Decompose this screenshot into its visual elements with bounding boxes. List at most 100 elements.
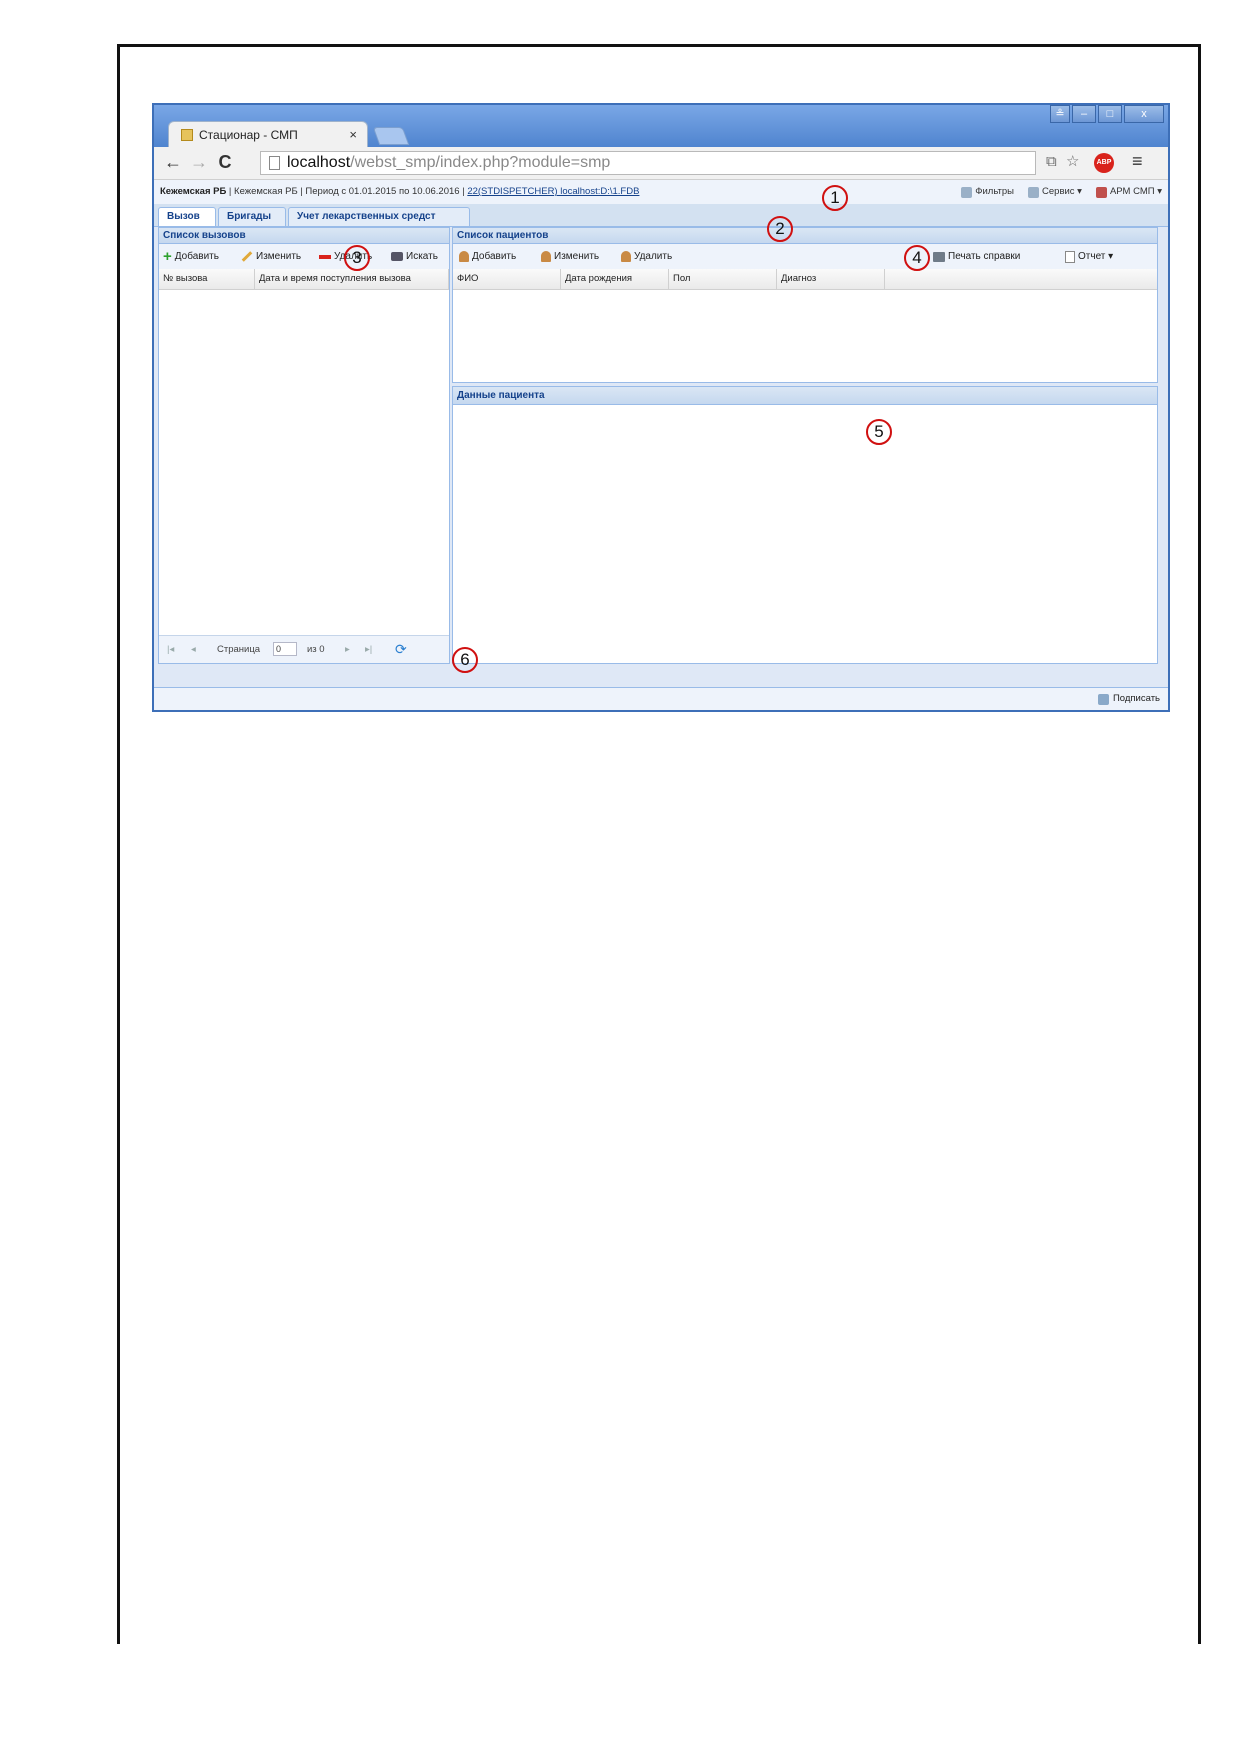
patients-delete-button[interactable]: Удалить	[621, 244, 672, 269]
last-page-icon[interactable]: ▸|	[365, 636, 372, 663]
delete-user-icon	[621, 251, 631, 262]
service-menu[interactable]: Сервис ▾	[1028, 180, 1082, 204]
address-bar[interactable]: localhost/webst_smp/index.php?module=smp	[260, 151, 1036, 175]
org-name: Кежемская РБ	[160, 186, 227, 197]
calls-add-label: Добавить	[174, 251, 219, 262]
db-link[interactable]: 22(STDISPETCHER) localhost:D:\1.FDB	[467, 186, 639, 197]
page-count: из 0	[307, 644, 325, 655]
print-certificate-button[interactable]: Печать справки	[933, 244, 1020, 269]
tab-calls[interactable]: Вызов	[158, 207, 216, 226]
header-menu: Фильтры Сервис ▾ АРМ СМП ▾	[961, 180, 1162, 204]
minus-icon	[319, 254, 331, 259]
statusbar: Подписать	[154, 687, 1168, 710]
filters-label: Фильтры	[975, 186, 1015, 197]
minimize-button[interactable]: –	[1072, 105, 1096, 123]
patient-data-title: Данные пациента	[453, 387, 1157, 405]
col-fio[interactable]: ФИО	[453, 269, 561, 289]
binoculars-icon	[391, 252, 403, 261]
app-area: Кежемская РБ | Кежемская РБ | Период с 0…	[154, 180, 1168, 710]
col-diagnosis[interactable]: Диагноз	[777, 269, 885, 289]
sign-label: Подписать	[1112, 693, 1160, 704]
tab-close-icon[interactable]: ×	[349, 127, 357, 142]
calls-search-button[interactable]: Искать	[391, 244, 438, 269]
url-path: /webst_smp/index.php?module=smp	[350, 154, 611, 171]
forward-arrow-icon[interactable]: →	[188, 151, 210, 173]
col-sex[interactable]: Пол	[669, 269, 777, 289]
prev-page-icon[interactable]: ◂	[191, 636, 196, 663]
tab-brigades[interactable]: Бригады	[218, 207, 286, 226]
reload-icon[interactable]: C	[214, 151, 236, 173]
marker-4: 4	[904, 245, 930, 271]
calls-edit-label: Изменить	[256, 251, 302, 262]
favicon-icon	[181, 128, 193, 141]
filters-button[interactable]: Фильтры	[961, 180, 1014, 204]
app-header: Кежемская РБ | Кежемская РБ | Период с 0…	[154, 180, 1168, 204]
ambulance-icon	[1095, 186, 1107, 198]
patient-data-panel: Данные пациента	[452, 386, 1158, 664]
patients-add-label: Добавить	[472, 251, 517, 262]
patients-grid-header: ФИО Дата рождения Пол Диагноз	[453, 269, 1157, 290]
first-page-icon[interactable]: |◂	[167, 636, 174, 663]
refresh-icon[interactable]: ⟳	[395, 636, 407, 663]
page-input[interactable]: 0	[273, 642, 297, 656]
browser-toolbar: ← → C localhost/webst_smp/index.php?modu…	[154, 147, 1168, 180]
browser-window: Стационар - СМП × ≗ – □ x ← → C localhos…	[152, 103, 1170, 712]
url-host: localhost	[287, 154, 351, 171]
calls-add-button[interactable]: + Добавить	[163, 244, 219, 269]
close-window-button[interactable]: x	[1124, 105, 1164, 123]
marker-3: 3	[344, 245, 370, 271]
new-tab-button[interactable]	[372, 127, 410, 145]
patients-panel: Список пациентов Добавить Изменить Удали…	[452, 227, 1158, 383]
report-label: Отчет ▾	[1078, 251, 1114, 262]
maximize-button[interactable]: □	[1098, 105, 1122, 123]
filter-icon	[961, 186, 973, 198]
col-call-datetime[interactable]: Дата и время поступления вызова	[255, 269, 449, 289]
browser-tab[interactable]: Стационар - СМП ×	[168, 121, 368, 147]
adblock-icon[interactable]: ABP	[1094, 153, 1114, 173]
marker-5: 5	[866, 419, 892, 445]
user-profile-icon[interactable]: ≗	[1050, 105, 1070, 123]
tab-medicines[interactable]: Учет лекарственных средст	[288, 207, 470, 226]
module-tabs: Вызов Бригады Учет лекарственных средст	[154, 204, 1168, 227]
calls-panel-title: Список вызовов	[159, 228, 449, 244]
report-menu[interactable]: Отчет ▾	[1065, 244, 1113, 269]
period-info: | Кежемская РБ | Период с 01.01.2015 по …	[226, 186, 468, 197]
patients-edit-button[interactable]: Изменить	[541, 244, 599, 269]
bookmark-star-icon[interactable]: ☆	[1066, 151, 1079, 173]
menu-icon[interactable]: ≡	[1132, 151, 1143, 172]
arm-label: АРМ СМП ▾	[1109, 186, 1162, 197]
calls-search-label: Искать	[406, 251, 438, 262]
wrench-icon	[1028, 186, 1040, 198]
marker-1: 1	[822, 185, 848, 211]
calls-pager: |◂ ◂ Страница 0 из 0 ▸ ▸| ⟳	[159, 635, 449, 663]
marker-6: 6	[452, 647, 478, 673]
edit-user-icon	[541, 251, 551, 262]
marker-2: 2	[767, 216, 793, 242]
calls-grid-header: № вызова Дата и время поступления вызова	[159, 269, 449, 290]
calls-toolbar: + Добавить Изменить Удалить Искать	[159, 244, 449, 270]
arm-menu[interactable]: АРМ СМП ▾	[1095, 180, 1162, 204]
print-label: Печать справки	[948, 251, 1021, 262]
printer-icon	[933, 251, 945, 262]
patients-delete-label: Удалить	[634, 251, 673, 262]
window-controls: ≗ – □ x	[1048, 105, 1164, 123]
col-birth-date[interactable]: Дата рождения	[561, 269, 669, 289]
next-page-icon[interactable]: ▸	[345, 636, 350, 663]
patients-panel-title: Список пациентов	[453, 228, 1157, 244]
tab-title: Стационар - СМП	[199, 127, 298, 142]
calls-edit-button[interactable]: Изменить	[241, 244, 301, 269]
report-icon	[1065, 250, 1075, 263]
pencil-icon	[241, 251, 253, 262]
col-call-number[interactable]: № вызова	[159, 269, 255, 289]
page-label: Страница	[217, 644, 261, 655]
sign-icon	[1097, 693, 1109, 705]
patients-add-button[interactable]: Добавить	[459, 244, 516, 269]
sign-button[interactable]: Подписать	[1097, 688, 1160, 710]
add-user-icon	[459, 251, 469, 262]
browser-titlebar: Стационар - СМП × ≗ – □ x	[154, 105, 1168, 147]
translate-icon[interactable]: ⧉	[1046, 151, 1057, 173]
back-arrow-icon[interactable]: ←	[162, 151, 184, 173]
patients-toolbar: Добавить Изменить Удалить Печать справки…	[453, 244, 1157, 270]
header-info: Кежемская РБ | Кежемская РБ | Период с 0…	[160, 180, 639, 204]
plus-icon: +	[163, 248, 172, 265]
